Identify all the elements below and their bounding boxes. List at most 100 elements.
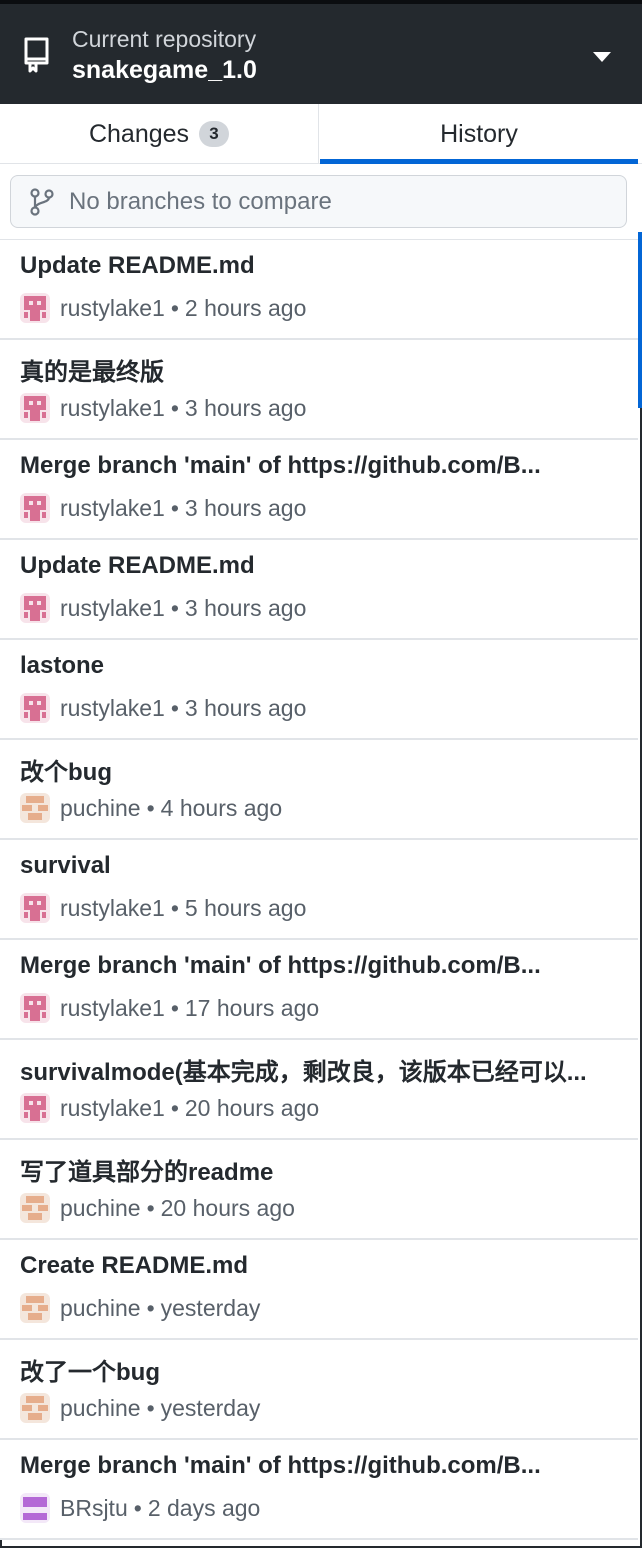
branch-compare-input[interactable]: No branches to compare: [10, 175, 627, 228]
tab-bar: Changes 3 History: [0, 104, 642, 164]
avatar: [20, 593, 50, 623]
meta-separator: •: [170, 894, 179, 921]
commit-item[interactable]: 写了道具部分的readme puchine • 20 hours ago: [0, 1140, 638, 1240]
commit-item[interactable]: Update README.md rustylake1 • 2 hours ago: [0, 240, 638, 340]
commit-time: 3 hours ago: [184, 394, 307, 421]
commit-meta: rustylake1 • 5 hours ago: [20, 892, 306, 924]
avatar: [20, 793, 50, 823]
commit-summary: lastone: [20, 652, 105, 679]
commit-author: puchine: [60, 1194, 141, 1221]
avatar: [20, 1093, 50, 1123]
commit-time: 2 days ago: [147, 1494, 261, 1521]
commit-meta: rustylake1 • 3 hours ago: [20, 592, 306, 624]
meta-separator: •: [170, 1094, 179, 1121]
commit-time: 3 hours ago: [184, 494, 307, 521]
commit-meta: puchine • yesterday: [20, 1292, 260, 1324]
commit-author: BRsjtu: [60, 1494, 128, 1521]
commit-time: 20 hours ago: [184, 1094, 320, 1121]
commit-summary: 改了一个bug: [20, 1359, 160, 1386]
commit-meta: rustylake1 • 3 hours ago: [20, 492, 306, 524]
scrollbar[interactable]: [638, 232, 642, 408]
meta-separator: •: [146, 1194, 155, 1221]
commit-meta: rustylake1 • 2 hours ago: [20, 292, 306, 324]
avatar: [20, 993, 50, 1023]
commit-time: 20 hours ago: [160, 1194, 295, 1221]
meta-separator: •: [146, 794, 155, 821]
avatar: [20, 493, 50, 523]
commit-author: rustylake1: [60, 394, 165, 421]
commit-item[interactable]: 真的是最终版 rustylake1 • 3 hours ago: [0, 340, 638, 440]
tab-changes[interactable]: Changes 3: [0, 104, 319, 164]
commit-meta: rustylake1 • 3 hours ago: [20, 392, 306, 424]
repository-name: snakegame_1.0: [72, 56, 257, 84]
commit-list: Update README.md rustylake1 • 2 hours ago 真的…: [0, 240, 638, 1540]
avatar: [20, 893, 50, 923]
avatar: [20, 1293, 50, 1323]
commit-author: puchine: [60, 794, 141, 821]
commit-author: rustylake1: [60, 494, 165, 521]
commit-summary: Merge branch 'main' of https://github.co…: [20, 1452, 541, 1479]
commit-author: rustylake1: [60, 1094, 165, 1121]
commit-author: rustylake1: [60, 894, 165, 921]
commit-meta: puchine • 4 hours ago: [20, 792, 282, 824]
chevron-down-icon[interactable]: [592, 50, 612, 64]
meta-separator: •: [170, 294, 179, 321]
commit-item[interactable]: survivalmode(基本完成，剩改良，该版本已经可以... rustylak…: [0, 1040, 638, 1140]
commit-meta: rustylake1 • 17 hours ago: [20, 992, 319, 1024]
commit-time: yesterday: [160, 1294, 261, 1321]
meta-separator: •: [146, 1394, 155, 1421]
commit-summary: survival: [20, 852, 111, 879]
compare-placeholder: No branches to compare: [69, 187, 332, 215]
commit-author: rustylake1: [60, 294, 165, 321]
commit-author: rustylake1: [60, 994, 165, 1021]
commit-author: puchine: [60, 1294, 141, 1321]
commit-time: 3 hours ago: [184, 694, 307, 721]
commit-meta: puchine • 20 hours ago: [20, 1192, 295, 1224]
commit-time: yesterday: [160, 1394, 261, 1421]
commit-summary: 写了道具部分的readme: [20, 1159, 274, 1186]
commit-time: 17 hours ago: [184, 994, 320, 1021]
commit-time: 4 hours ago: [160, 794, 283, 821]
commit-summary: 改个bug: [20, 759, 112, 786]
commit-summary: survivalmode(基本完成，剩改良，该版本已经可以...: [20, 1059, 587, 1086]
repo-icon: [24, 37, 49, 73]
commit-time: 3 hours ago: [184, 594, 307, 621]
commit-time: 2 hours ago: [184, 294, 307, 321]
commit-meta: rustylake1 • 20 hours ago: [20, 1092, 319, 1124]
avatar: [20, 1193, 50, 1223]
commit-meta: rustylake1 • 3 hours ago: [20, 692, 306, 724]
tab-history[interactable]: History: [320, 104, 638, 164]
commit-summary: Create README.md: [20, 1252, 249, 1279]
commit-meta: BRsjtu • 2 days ago: [20, 1492, 260, 1524]
commit-author: puchine: [60, 1394, 141, 1421]
commit-item[interactable]: Create README.md puchine • yesterday: [0, 1240, 638, 1340]
tab-history-label: History: [440, 119, 518, 148]
commit-summary: Merge branch 'main' of https://github.co…: [20, 952, 541, 979]
avatar: [20, 393, 50, 423]
commit-summary: Update README.md: [20, 552, 255, 579]
meta-separator: •: [170, 594, 179, 621]
avatar: [20, 1493, 50, 1523]
commit-meta: puchine • yesterday: [20, 1392, 260, 1424]
avatar: [20, 1393, 50, 1423]
commit-summary: Merge branch 'main' of https://github.co…: [20, 452, 541, 479]
commit-author: rustylake1: [60, 694, 165, 721]
commit-item[interactable]: 改个bug puchine • 4 hours ago: [0, 740, 638, 840]
repository-caption: Current repository: [72, 26, 257, 52]
commit-item[interactable]: Merge branch 'main' of https://github.co…: [0, 940, 638, 1040]
meta-separator: •: [170, 494, 179, 521]
meta-separator: •: [170, 994, 179, 1021]
commit-item[interactable]: lastone rustylake1 • 3 hours ago: [0, 640, 638, 740]
commit-item[interactable]: Merge branch 'main' of https://github.co…: [0, 1440, 638, 1540]
commit-item[interactable]: survival rustylake1 • 5 hours ago: [0, 840, 638, 940]
tab-changes-label: Changes: [88, 119, 190, 148]
commit-item[interactable]: Update README.md rustylake1 • 3 hours ago: [0, 540, 638, 640]
commit-item[interactable]: 改了一个bug puchine • yesterday: [0, 1340, 638, 1440]
compare-bar: No branches to compare: [0, 164, 642, 240]
commit-summary: 真的是最终版: [20, 359, 164, 386]
git-branch-icon: [30, 187, 54, 216]
meta-separator: •: [170, 694, 179, 721]
commit-item[interactable]: Merge branch 'main' of https://github.co…: [0, 440, 638, 540]
commit-time: 5 hours ago: [184, 894, 307, 921]
repository-selector[interactable]: Current repository snakegame_1.0: [0, 0, 642, 104]
